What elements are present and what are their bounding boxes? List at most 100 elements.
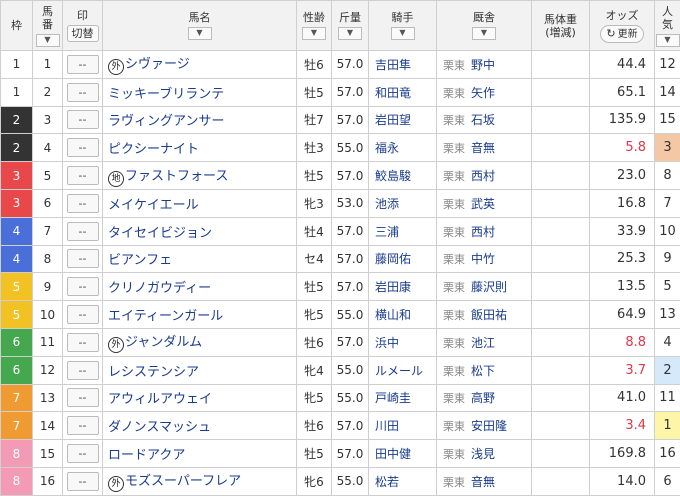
horse-name-cell[interactable]: ビアンフェ: [103, 245, 297, 273]
trainer-name-link[interactable]: 高野: [471, 391, 495, 405]
horse-name-link[interactable]: ファストフォース: [125, 169, 228, 184]
horse-name-cell[interactable]: 外モズスーパーフレア: [103, 467, 297, 495]
horse-name-link[interactable]: シヴァージ: [125, 57, 190, 72]
jockey-cell[interactable]: 三浦: [369, 217, 437, 245]
trainer-cell[interactable]: 栗東矢作: [437, 78, 532, 106]
horse-name-cell[interactable]: レシステンシア: [103, 356, 297, 384]
horse-name-link[interactable]: ピクシーナイト: [108, 142, 199, 157]
horse-name-cell[interactable]: メイケイエール: [103, 189, 297, 217]
trainer-name-link[interactable]: 飯田祐: [471, 308, 507, 322]
trainer-name-link[interactable]: 池江: [471, 336, 495, 350]
mark-select[interactable]: --: [67, 305, 99, 324]
trainer-cell[interactable]: 栗東石坂: [437, 106, 532, 134]
horse-name-cell[interactable]: アウィルアウェイ: [103, 384, 297, 412]
trainer-name-link[interactable]: 音無: [471, 141, 495, 155]
trainer-cell[interactable]: 栗東安田隆: [437, 412, 532, 440]
horse-name-link[interactable]: モズスーパーフレア: [125, 474, 241, 489]
trainer-name-link[interactable]: 中竹: [471, 252, 495, 266]
mark-select[interactable]: --: [67, 110, 99, 129]
trainer-name-link[interactable]: 音無: [471, 475, 495, 489]
mark-select[interactable]: --: [67, 361, 99, 380]
horse-name-cell[interactable]: 地ファストフォース: [103, 162, 297, 190]
mark-select[interactable]: --: [67, 444, 99, 463]
horse-name-link[interactable]: レシステンシア: [108, 365, 199, 380]
horse-name-link[interactable]: ラヴィングアンサー: [108, 114, 224, 129]
mark-select[interactable]: --: [67, 138, 99, 157]
horse-name-cell[interactable]: エイティーンガール: [103, 301, 297, 329]
horse-name-cell[interactable]: 外シヴァージ: [103, 51, 297, 79]
jockey-cell[interactable]: ルメール: [369, 356, 437, 384]
horse-name-link[interactable]: ダノンスマッシュ: [108, 420, 211, 435]
trainer-name-link[interactable]: 浅見: [471, 447, 495, 461]
mark-select[interactable]: --: [67, 277, 99, 296]
chevron-down-icon[interactable]: ▼: [338, 27, 362, 40]
jockey-cell[interactable]: 浜中: [369, 328, 437, 356]
jockey-cell[interactable]: 岩田康: [369, 273, 437, 301]
chevron-down-icon[interactable]: ▼: [656, 34, 680, 47]
mark-select[interactable]: --: [67, 55, 99, 74]
jockey-cell[interactable]: 池添: [369, 189, 437, 217]
refresh-button[interactable]: ↻更新: [600, 25, 643, 43]
mark-select[interactable]: --: [67, 333, 99, 352]
mark-select[interactable]: --: [67, 166, 99, 185]
horse-name-cell[interactable]: 外ジャンダルム: [103, 328, 297, 356]
jockey-cell[interactable]: 田中健: [369, 440, 437, 468]
chevron-down-icon[interactable]: ▼: [472, 27, 496, 40]
trainer-name-link[interactable]: 松下: [471, 364, 495, 378]
trainer-cell[interactable]: 栗東浅見: [437, 440, 532, 468]
jockey-cell[interactable]: 鮫島駿: [369, 162, 437, 190]
horse-name-cell[interactable]: ミッキーブリランテ: [103, 78, 297, 106]
header-umaban[interactable]: 馬 番 ▼: [33, 1, 63, 51]
trainer-cell[interactable]: 栗東松下: [437, 356, 532, 384]
trainer-cell[interactable]: 栗東音無: [437, 467, 532, 495]
horse-name-link[interactable]: クリノガウディー: [108, 281, 211, 296]
trainer-cell[interactable]: 栗東中竹: [437, 245, 532, 273]
jockey-cell[interactable]: 岩田望: [369, 106, 437, 134]
trainer-cell[interactable]: 栗東西村: [437, 217, 532, 245]
trainer-cell[interactable]: 栗東武英: [437, 189, 532, 217]
chevron-down-icon[interactable]: ▼: [36, 34, 60, 47]
mark-select[interactable]: --: [67, 83, 99, 102]
horse-name-cell[interactable]: ダノンスマッシュ: [103, 412, 297, 440]
trainer-cell[interactable]: 栗東藤沢則: [437, 273, 532, 301]
horse-name-cell[interactable]: クリノガウディー: [103, 273, 297, 301]
trainer-name-link[interactable]: 安田隆: [471, 419, 507, 433]
trainer-name-link[interactable]: 石坂: [471, 113, 495, 127]
horse-name-link[interactable]: ミッキーブリランテ: [108, 87, 224, 102]
mark-select[interactable]: --: [67, 472, 99, 491]
trainer-cell[interactable]: 栗東飯田祐: [437, 301, 532, 329]
horse-name-cell[interactable]: ロードアクア: [103, 440, 297, 468]
trainer-name-link[interactable]: 野中: [471, 58, 495, 72]
trainer-cell[interactable]: 栗東音無: [437, 134, 532, 162]
trainer-name-link[interactable]: 武英: [471, 197, 495, 211]
horse-name-link[interactable]: エイティーンガール: [108, 309, 223, 324]
mark-select[interactable]: --: [67, 194, 99, 213]
jockey-cell[interactable]: 和田竜: [369, 78, 437, 106]
horse-name-link[interactable]: ロードアクア: [108, 448, 185, 463]
trainer-name-link[interactable]: 藤沢則: [471, 280, 507, 294]
horse-name-link[interactable]: アウィルアウェイ: [108, 392, 212, 407]
mark-select[interactable]: --: [67, 416, 99, 435]
jockey-cell[interactable]: 藤岡佑: [369, 245, 437, 273]
horse-name-link[interactable]: ジャンダルム: [125, 335, 202, 350]
jockey-cell[interactable]: 松若: [369, 467, 437, 495]
mark-select[interactable]: --: [67, 388, 99, 407]
jockey-cell[interactable]: 横山和: [369, 301, 437, 329]
chevron-down-icon[interactable]: ▼: [188, 27, 212, 40]
mark-toggle-button[interactable]: 切替: [67, 25, 99, 42]
horse-name-link[interactable]: タイセイビジョン: [108, 226, 212, 241]
horse-name-link[interactable]: メイケイエール: [108, 198, 199, 213]
horse-name-link[interactable]: ビアンフェ: [108, 253, 172, 268]
trainer-cell[interactable]: 栗東池江: [437, 328, 532, 356]
mark-select[interactable]: --: [67, 222, 99, 241]
horse-name-cell[interactable]: ピクシーナイト: [103, 134, 297, 162]
chevron-down-icon[interactable]: ▼: [391, 27, 415, 40]
horse-name-cell[interactable]: タイセイビジョン: [103, 217, 297, 245]
trainer-cell[interactable]: 栗東西村: [437, 162, 532, 190]
trainer-cell[interactable]: 栗東野中: [437, 51, 532, 79]
trainer-name-link[interactable]: 矢作: [471, 86, 495, 100]
jockey-cell[interactable]: 吉田隼: [369, 51, 437, 79]
chevron-down-icon[interactable]: ▼: [302, 27, 326, 40]
jockey-cell[interactable]: 福永: [369, 134, 437, 162]
mark-select[interactable]: --: [67, 249, 99, 268]
